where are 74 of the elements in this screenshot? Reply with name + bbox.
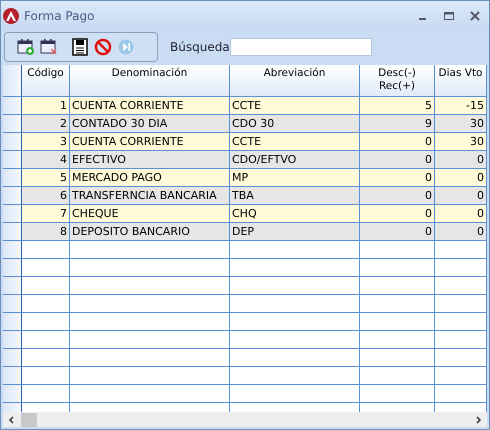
row-header[interactable] (3, 349, 22, 366)
column-header[interactable]: Abreviación (230, 65, 360, 96)
table-cell: TRANSFERNCIA BANCARIA (70, 187, 230, 204)
column-header[interactable]: Dias Vto (435, 65, 487, 96)
row-header[interactable] (3, 223, 22, 240)
search-label: Búsqueda (170, 40, 230, 54)
table-cell: MERCADO PAGO (70, 169, 230, 186)
search-field[interactable] (230, 38, 372, 56)
row-header[interactable] (3, 241, 22, 258)
table-cell: CCTE (230, 97, 360, 114)
table-cell: 0 (360, 151, 435, 168)
table-cell: 9 (360, 115, 435, 132)
table-cell: CONTADO 30 DIA (70, 115, 230, 132)
table-cell: 0 (435, 151, 487, 168)
window-title: Forma Pago (24, 9, 94, 23)
row-header[interactable] (3, 205, 22, 222)
table-cell: 1 (22, 97, 70, 114)
row-header[interactable] (3, 295, 22, 312)
table-cell: EFECTIVO (70, 151, 230, 168)
table-cell: 0 (360, 133, 435, 150)
row-header[interactable] (3, 151, 22, 168)
row-header[interactable] (3, 115, 22, 132)
table-cell: TBA (230, 187, 360, 204)
row-header[interactable] (3, 187, 22, 204)
table-cell: CCTE (230, 133, 360, 150)
table-cell: 7 (22, 205, 70, 222)
row-header[interactable] (3, 97, 22, 114)
table-cell: 0 (435, 169, 487, 186)
table-cell: 3 (22, 133, 70, 150)
table-cell: CUENTA CORRIENTE (70, 97, 230, 114)
row-header[interactable] (3, 313, 22, 330)
column-header[interactable]: Denominación (70, 65, 230, 96)
table-cell: 8 (22, 223, 70, 240)
table-cell: 0 (435, 205, 487, 222)
table-cell: -15 (435, 97, 487, 114)
row-header[interactable] (3, 133, 22, 150)
table-cell: CHEQUE (70, 205, 230, 222)
cancel-icon[interactable] (94, 38, 112, 56)
table-cell: 0 (360, 169, 435, 186)
table-cell: 5 (22, 169, 70, 186)
column-header[interactable]: Desc(-) Rec(+) (360, 65, 435, 96)
table-cell: 6 (22, 187, 70, 204)
corner-header (3, 65, 22, 96)
table-cell: 0 (435, 223, 487, 240)
calendar-add-icon[interactable] (17, 38, 35, 56)
table-cell: 0 (360, 223, 435, 240)
table-cell: CHQ (230, 205, 360, 222)
row-header[interactable] (3, 385, 22, 402)
save-icon[interactable] (71, 38, 89, 56)
close-icon[interactable] (469, 10, 481, 22)
row-header[interactable] (3, 331, 22, 348)
column-header[interactable]: Código (22, 65, 70, 96)
scrollbar-thumb[interactable] (21, 412, 37, 426)
table-cell: 4 (22, 151, 70, 168)
row-header[interactable] (3, 367, 22, 384)
table-cell: DEP (230, 223, 360, 240)
row-header[interactable] (3, 259, 22, 276)
app-logo-icon (3, 8, 19, 24)
calendar-delete-icon[interactable] (40, 38, 58, 56)
table-cell: MP (230, 169, 360, 186)
table-cell: 5 (360, 97, 435, 114)
maximize-icon[interactable] (443, 10, 455, 22)
table-cell: DEPOSITO BANCARIO (70, 223, 230, 240)
table-cell: 30 (435, 133, 487, 150)
table-cell: CDO/EFTVO (230, 151, 360, 168)
table-cell: 0 (435, 187, 487, 204)
table-cell: 0 (360, 187, 435, 204)
row-header[interactable] (3, 169, 22, 186)
table-cell: 30 (435, 115, 487, 132)
table-cell: 2 (22, 115, 70, 132)
row-header[interactable] (3, 277, 22, 294)
table-cell: 0 (360, 205, 435, 222)
table-cell: CDO 30 (230, 115, 360, 132)
table-cell: CUENTA CORRIENTE (70, 133, 230, 150)
